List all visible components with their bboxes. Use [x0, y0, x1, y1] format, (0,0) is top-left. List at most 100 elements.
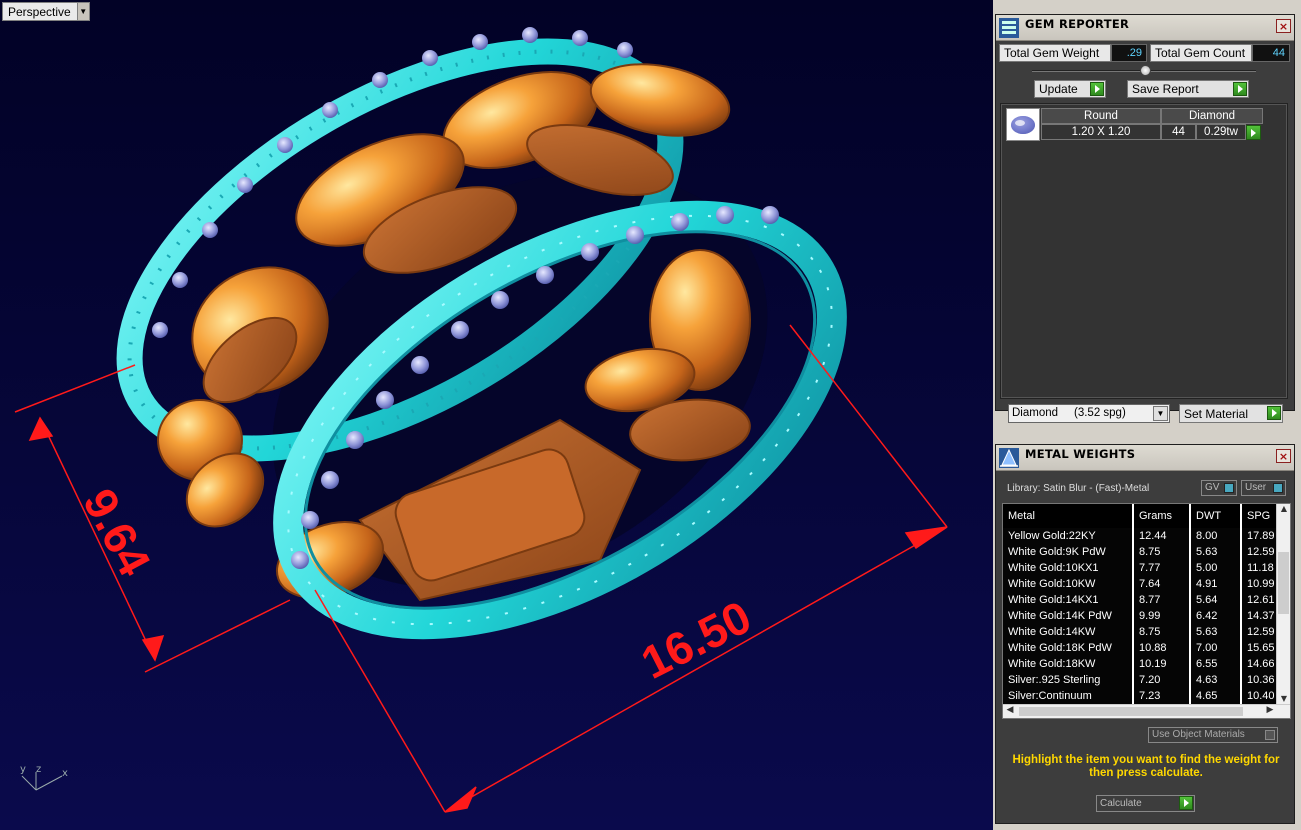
- toggle-icon: [1273, 483, 1283, 493]
- dwt: 8.00: [1190, 528, 1242, 544]
- total-gem-weight-value: .29: [1111, 44, 1147, 62]
- chevron-right-icon[interactable]: ▶: [1264, 705, 1276, 718]
- table-row[interactable]: Silver:Continuum 7.23 4.65 10.40: [1003, 688, 1278, 704]
- slider-handle[interactable]: [1140, 65, 1151, 76]
- metal-name: White Gold:9K PdW: [1003, 544, 1134, 560]
- dwt: 4.91: [1190, 576, 1242, 592]
- gem-reporter-panel: GEM REPORTER × Total Gem Weight .29 Tota…: [995, 14, 1295, 423]
- axis-icon: y z x: [14, 762, 74, 798]
- use-object-materials-label: Use Object Materials: [1152, 729, 1245, 740]
- total-gem-count-label: Total Gem Count: [1150, 44, 1252, 62]
- chevron-down-icon[interactable]: ▼: [1153, 406, 1168, 421]
- table-row[interactable]: Silver:.925 Sterling 7.20 4.63 10.36: [1003, 672, 1278, 688]
- app-window: 9.64 16.50 Perspective ▼ y z x GEM REPOR…: [0, 0, 1301, 830]
- metal-weights-panel: METAL WEIGHTS × Library: Satin Blur - (F…: [995, 444, 1295, 824]
- scrollbar-thumb[interactable]: [1019, 707, 1243, 716]
- toggle-icon: [1224, 483, 1234, 493]
- metal-name: White Gold:10KW: [1003, 576, 1134, 592]
- side-panels: GEM REPORTER × Total Gem Weight .29 Tota…: [993, 0, 1301, 830]
- gv-label: GV: [1205, 482, 1220, 493]
- save-report-button[interactable]: Save Report: [1127, 80, 1249, 98]
- material-select[interactable]: Diamond (3.52 spg) ▼: [1008, 404, 1170, 423]
- metal-name: Yellow Gold:22KY: [1003, 528, 1134, 544]
- total-gem-count-value: 44: [1252, 44, 1290, 62]
- spg: 12.59: [1241, 544, 1278, 560]
- library-label: Library: Satin Blur - (Fast)-Metal: [1007, 483, 1150, 494]
- spg: 12.61: [1241, 592, 1278, 608]
- set-material-button[interactable]: Set Material: [1179, 404, 1283, 423]
- spg: 10.40: [1241, 688, 1278, 704]
- table-row[interactable]: White Gold:10KX1 7.77 5.00 11.18: [1003, 560, 1278, 576]
- chevron-left-icon[interactable]: ◀: [1004, 705, 1016, 718]
- viewport-name: Perspective: [3, 3, 77, 20]
- table-row[interactable]: Yellow Gold:22KY 12.44 8.00 17.89: [1003, 528, 1278, 544]
- play-icon[interactable]: [1246, 125, 1261, 140]
- close-icon[interactable]: ×: [1276, 449, 1291, 463]
- vertical-scrollbar[interactable]: ▲ ▼: [1276, 504, 1290, 706]
- total-gem-weight-label: Total Gem Weight: [999, 44, 1111, 62]
- grams: 8.77: [1133, 592, 1191, 608]
- dwt: 4.65: [1190, 688, 1242, 704]
- calculate-label: Calculate: [1100, 798, 1142, 809]
- axis-x-label: x: [62, 768, 68, 779]
- chevron-down-icon[interactable]: ▼: [76, 3, 89, 20]
- spg: 10.99: [1241, 576, 1278, 592]
- calculate-button[interactable]: Calculate: [1096, 795, 1195, 812]
- table-row[interactable]: White Gold:18K PdW 10.88 7.00 15.65: [1003, 640, 1278, 656]
- grams: 8.75: [1133, 624, 1191, 640]
- save-report-label: Save Report: [1132, 82, 1199, 96]
- spg: 17.89: [1241, 528, 1278, 544]
- gem-list-item[interactable]: Round Diamond 1.20 X 1.20 44 0.29tw: [1006, 108, 1264, 142]
- spg: 12.59: [1241, 624, 1278, 640]
- checkbox-icon: [1265, 730, 1275, 740]
- grams: 7.77: [1133, 560, 1191, 576]
- table-row[interactable]: White Gold:14K PdW 9.99 6.42 14.37: [1003, 608, 1278, 624]
- use-object-materials-toggle[interactable]: Use Object Materials: [1148, 727, 1278, 743]
- play-icon: [1267, 406, 1281, 420]
- perspective-viewport[interactable]: 9.64 16.50 Perspective ▼ y z x: [0, 0, 993, 830]
- grams: 7.64: [1133, 576, 1191, 592]
- grams: 9.99: [1133, 608, 1191, 624]
- update-button[interactable]: Update: [1034, 80, 1106, 98]
- column-header-dwt[interactable]: DWT: [1190, 504, 1242, 528]
- dwt: 5.00: [1190, 560, 1242, 576]
- horizontal-scrollbar[interactable]: ◀ ▶: [1003, 704, 1290, 718]
- table-row[interactable]: White Gold:14KW 8.75 5.63 12.59: [1003, 624, 1278, 640]
- spg: 14.37: [1241, 608, 1278, 624]
- column-header-grams[interactable]: Grams: [1133, 504, 1191, 528]
- scrollbar-thumb[interactable]: [1278, 552, 1289, 614]
- gv-toggle[interactable]: GV: [1201, 480, 1237, 496]
- metal-name: Silver:.925 Sterling: [1003, 672, 1134, 688]
- grams: 12.44: [1133, 528, 1191, 544]
- gem-reporter-titlebar[interactable]: GEM REPORTER ×: [996, 15, 1294, 41]
- update-label: Update: [1039, 82, 1078, 96]
- table-row[interactable]: White Gold:9K PdW 8.75 5.63 12.59: [1003, 544, 1278, 560]
- table-row[interactable]: White Gold:18KW 10.19 6.55 14.66: [1003, 656, 1278, 672]
- table-row[interactable]: White Gold:14KX1 8.77 5.64 12.61: [1003, 592, 1278, 608]
- metal-name: White Gold:14KW: [1003, 624, 1134, 640]
- column-header-metal[interactable]: Metal: [1003, 504, 1134, 528]
- dwt: 5.64: [1190, 592, 1242, 608]
- metal-weights-titlebar[interactable]: METAL WEIGHTS ×: [996, 445, 1294, 471]
- play-icon: [1179, 796, 1193, 810]
- grams: 7.20: [1133, 672, 1191, 688]
- spg: 14.66: [1241, 656, 1278, 672]
- set-material-label: Set Material: [1184, 406, 1249, 421]
- dwt: 7.00: [1190, 640, 1242, 656]
- dimension-length: 16.50: [633, 590, 759, 689]
- metal-weights-title: METAL WEIGHTS: [1025, 447, 1136, 461]
- metal-name: White Gold:10KX1: [1003, 560, 1134, 576]
- table-row[interactable]: White Gold:10KW 7.64 4.91 10.99: [1003, 576, 1278, 592]
- close-icon[interactable]: ×: [1276, 19, 1291, 33]
- viewport-title[interactable]: Perspective ▼: [2, 2, 90, 21]
- dwt: 5.63: [1190, 624, 1242, 640]
- play-icon: [1090, 82, 1104, 96]
- gem-reporter-title: GEM REPORTER: [1025, 17, 1130, 31]
- column-header-spg[interactable]: SPG: [1241, 504, 1278, 528]
- user-toggle[interactable]: User: [1241, 480, 1286, 496]
- metal-weights-icon: [999, 447, 1019, 468]
- chevron-up-icon[interactable]: ▲: [1277, 504, 1290, 516]
- dimension-width: 9.64: [73, 480, 161, 584]
- grams: 7.23: [1133, 688, 1191, 704]
- gem-shape: Round: [1041, 108, 1161, 124]
